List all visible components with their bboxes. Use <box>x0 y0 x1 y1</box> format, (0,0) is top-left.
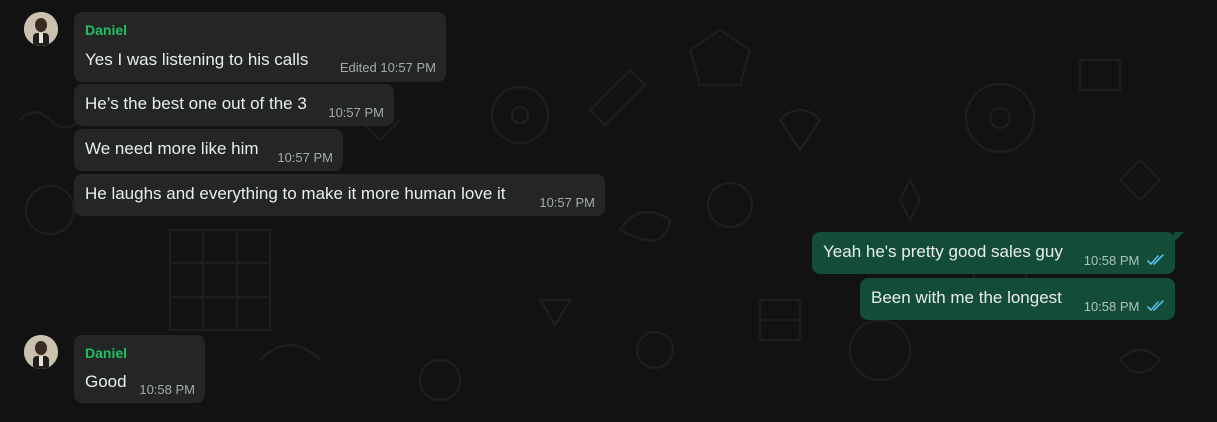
message-meta: Edited 10:57 PM <box>340 61 436 75</box>
message-text: We need more like him <box>85 139 259 158</box>
message-text: Good <box>85 372 127 391</box>
message-time: 10:57 PM <box>539 195 595 210</box>
message-meta: 10:58 PM <box>1084 300 1165 314</box>
message-time: 10:57 PM <box>328 105 384 120</box>
message-bubble[interactable]: Yeah he's pretty good sales guy 10:58 PM <box>812 232 1175 274</box>
avatar[interactable] <box>24 12 58 46</box>
edited-label: Edited <box>339 60 377 75</box>
message-text: He laughs and everything to make it more… <box>85 184 506 203</box>
message-time: 10:58 PM <box>139 382 195 397</box>
message-bubble[interactable]: Daniel Yes I was listening to his calls … <box>74 12 446 82</box>
message-text: Been with me the longest <box>871 288 1062 307</box>
profile-photo-icon <box>24 12 58 46</box>
message-text: Yes I was listening to his calls <box>85 50 309 69</box>
bubble-tail <box>1174 232 1184 242</box>
message-bubble[interactable]: He laughs and everything to make it more… <box>74 174 605 216</box>
message-bubble[interactable]: Daniel Good 10:58 PM <box>74 335 205 403</box>
message-text: Yeah he's pretty good sales guy <box>823 242 1063 261</box>
message-bubble[interactable]: Been with me the longest 10:58 PM <box>860 278 1175 320</box>
message-time: 10:57 PM <box>277 150 333 165</box>
message-bubble[interactable]: We need more like him 10:57 PM <box>74 129 343 171</box>
message-meta: 10:58 PM <box>1084 254 1165 268</box>
message-time: 10:58 PM <box>1083 253 1140 268</box>
avatar[interactable] <box>24 335 58 369</box>
double-check-read-icon <box>1147 300 1164 311</box>
message-time: 10:58 PM <box>1083 299 1140 314</box>
double-check-read-icon <box>1147 254 1164 265</box>
message-text: He’s the best one out of the 3 <box>85 94 307 113</box>
sender-name[interactable]: Daniel <box>85 22 127 38</box>
message-bubble[interactable]: He’s the best one out of the 3 10:57 PM <box>74 84 394 126</box>
profile-photo-icon <box>24 335 58 369</box>
message-time: 10:57 PM <box>380 60 436 75</box>
sender-name[interactable]: Daniel <box>85 345 127 361</box>
